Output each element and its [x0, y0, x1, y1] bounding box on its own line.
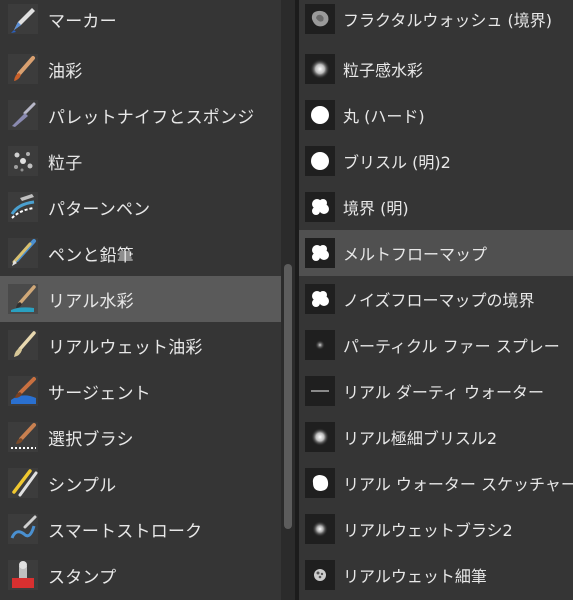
marker-icon [8, 4, 38, 34]
particle-icon [8, 146, 38, 176]
category-label: マーカー [48, 11, 117, 32]
brush-item[interactable]: リアルウェット細筆 [299, 552, 573, 598]
cloud-blob-thumbnail-icon [305, 238, 335, 268]
small-dot-thumbnail-icon [305, 330, 335, 360]
brush-item[interactable]: 丸 (ハード) [299, 92, 573, 138]
brush-library-panel: マーカー 油彩 パレットナイフとスポンジ 粒子 パターンペン ペンと鉛筆 リアル… [0, 0, 573, 600]
category-label: スタンプ [48, 567, 117, 588]
category-item-simple[interactable]: シンプル [0, 460, 281, 506]
brush-item[interactable]: リアル ダーティ ウォーター [299, 368, 573, 414]
category-item-palette-knife[interactable]: パレットナイフとスポンジ [0, 92, 281, 138]
palette-knife-icon [8, 100, 38, 130]
category-label: ペンと鉛筆 [48, 245, 134, 266]
brush-label: リアルウェット細筆 [343, 567, 487, 586]
soft-dot-thumbnail-icon [305, 54, 335, 84]
category-label: サージェント [48, 383, 151, 404]
brush-item-selected[interactable]: メルトフローマップ [299, 230, 573, 276]
brush-item[interactable]: フラクタルウォッシュ (境界) [299, 0, 573, 42]
brush-label: リアルウェットブラシ2 [343, 521, 513, 540]
brush-label: ノイズフローマップの境界 [343, 291, 535, 310]
category-label: パターンペン [48, 199, 151, 220]
brush-item[interactable]: ブリスル (明)2 [299, 138, 573, 184]
brush-label: メルトフローマップ [343, 245, 488, 264]
category-item-real-wet-oil[interactable]: リアルウェット油彩 [0, 322, 281, 368]
brush-item[interactable]: リアルウェットブラシ2 [299, 506, 573, 552]
category-item-pen-pencil[interactable]: ペンと鉛筆 [0, 230, 281, 276]
brush-label: パーティクル ファー スプレー [343, 337, 560, 356]
selection-brush-icon [8, 422, 38, 452]
sargent-icon [8, 376, 38, 406]
category-label: リアル水彩 [48, 291, 134, 312]
brush-label: リアル ウォーター スケッチャー [343, 475, 573, 494]
category-label: 油彩 [48, 61, 83, 82]
category-label: 粒子 [48, 153, 83, 174]
brush-label: リアル極細ブリスル2 [343, 429, 498, 448]
rough-blob-thumbnail-icon [305, 468, 335, 498]
brush-item[interactable]: リアル ウォーター スケッチャー [299, 460, 573, 506]
smart-stroke-icon [8, 514, 38, 544]
pattern-pen-icon [8, 192, 38, 222]
category-label: シンプル [48, 475, 117, 496]
brush-item[interactable]: 境界 (明) [299, 184, 573, 230]
brush-label: 粒子感水彩 [343, 61, 424, 80]
hard-round-thumbnail-icon [305, 100, 335, 130]
soft-dot-thumbnail-icon [305, 422, 335, 452]
brush-item[interactable]: ノイズフローマップの境界 [299, 276, 573, 322]
stamp-icon [8, 560, 38, 590]
category-scrollbar-thumb[interactable] [284, 264, 292, 529]
real-wet-oil-icon [8, 330, 38, 360]
category-item-sargent[interactable]: サージェント [0, 368, 281, 414]
brush-item[interactable]: リアル極細ブリスル2 [299, 414, 573, 460]
brush-label: フラクタルウォッシュ (境界) [343, 11, 552, 30]
simple-icon [8, 468, 38, 498]
category-item-real-watercolor[interactable]: リアル水彩 [0, 276, 281, 322]
category-item-pattern-pen[interactable]: パターンペン [0, 184, 281, 230]
category-label: リアルウェット油彩 [48, 337, 203, 358]
category-item-stamp[interactable]: スタンプ [0, 552, 281, 598]
brush-label: 境界 (明) [343, 199, 409, 218]
category-label: パレットナイフとスポンジ [48, 107, 255, 128]
fractal-wash-thumbnail-icon [305, 4, 335, 34]
category-item-particle[interactable]: 粒子 [0, 138, 281, 184]
category-label: スマートストローク [48, 521, 203, 542]
sparkle-dot-thumbnail-icon [305, 560, 335, 590]
brush-variant-list: フラクタルウォッシュ (境界) 粒子感水彩 丸 (ハード) ブリスル (明)2 [299, 0, 573, 600]
category-item-oil[interactable]: 油彩 [0, 46, 281, 92]
category-label: 選択ブラシ [48, 429, 134, 450]
brush-label: 丸 (ハード) [343, 107, 425, 126]
streak-thumbnail-icon [305, 376, 335, 406]
cloud-blob-thumbnail-icon [305, 192, 335, 222]
oil-brush-icon [8, 54, 38, 84]
real-watercolor-icon [8, 284, 38, 314]
brush-item[interactable]: 粒子感水彩 [299, 46, 573, 92]
brush-item[interactable]: パーティクル ファー スプレー [299, 322, 573, 368]
category-item-selection-brush[interactable]: 選択ブラシ [0, 414, 281, 460]
hard-round-thumbnail-icon [305, 146, 335, 176]
soft-dot-thumbnail-icon [305, 514, 335, 544]
category-item-smart-stroke[interactable]: スマートストローク [0, 506, 281, 552]
category-item-marker[interactable]: マーカー [0, 0, 281, 42]
cloud-blob-thumbnail-icon [305, 284, 335, 314]
brush-label: ブリスル (明)2 [343, 153, 451, 172]
brush-label: リアル ダーティ ウォーター [343, 383, 545, 402]
brush-category-list: マーカー 油彩 パレットナイフとスポンジ 粒子 パターンペン ペンと鉛筆 リアル… [0, 0, 281, 600]
pen-pencil-icon [8, 238, 38, 268]
